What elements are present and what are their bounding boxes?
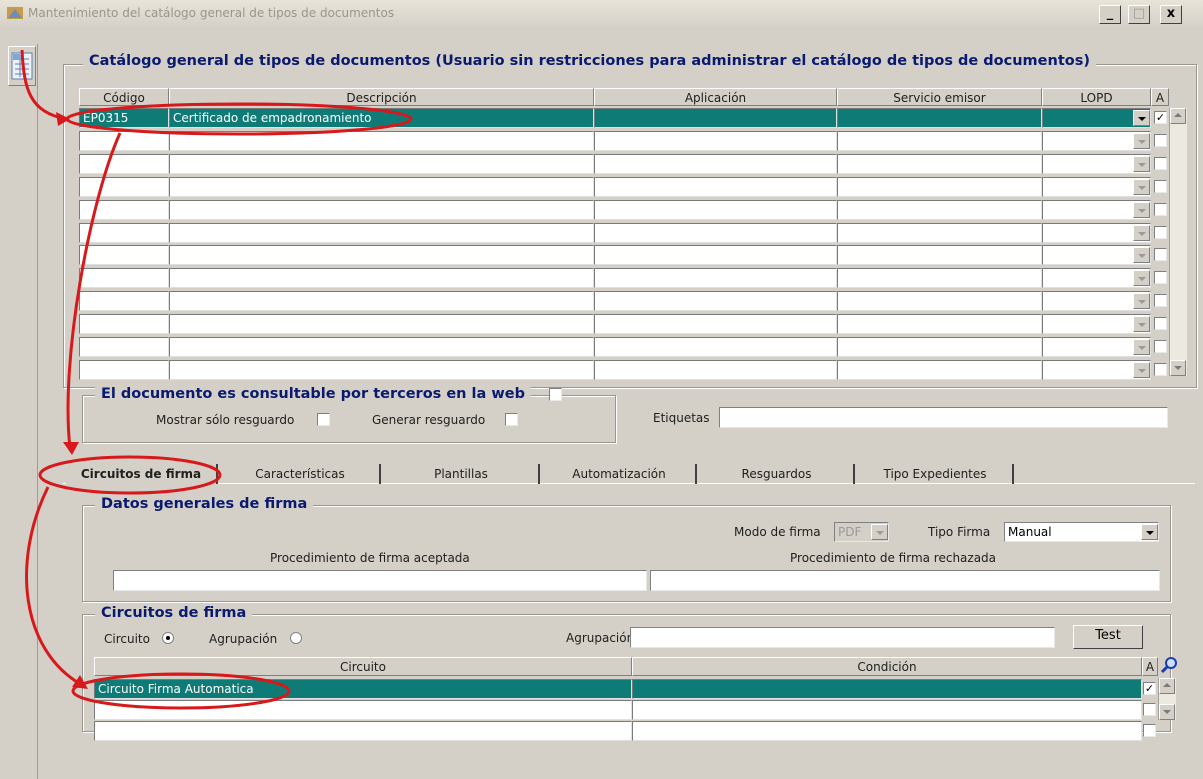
annotation-arrow: [20, 49, 67, 121]
annotation-arrow: [25, 486, 83, 687]
annotation-arrowhead: [63, 442, 79, 455]
annotation-ellipse: [38, 455, 222, 495]
annotation-arrow: [66, 132, 122, 449]
annotation-ellipse: [71, 672, 291, 710]
annotation-overlay: [20, 49, 413, 710]
annotation-arrowhead: [56, 112, 70, 126]
annotation-ellipse: [65, 102, 413, 136]
